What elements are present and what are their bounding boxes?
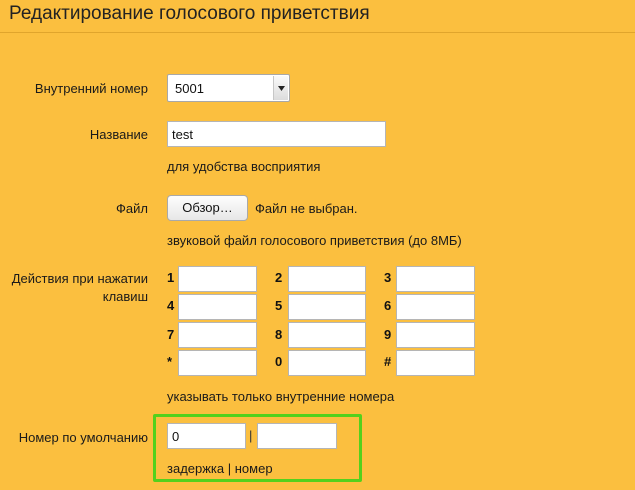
key-5-input[interactable] [288, 294, 366, 320]
name-label: Название [89, 127, 148, 142]
key-7-input[interactable] [178, 322, 257, 348]
default-delay-input[interactable] [167, 423, 246, 449]
file-hint: звуковой файл голосового приветствия (до… [167, 233, 462, 248]
key-9-input[interactable] [396, 322, 475, 348]
file-label: Файл [116, 201, 148, 216]
default-number-label: Номер по умолчанию [18, 430, 148, 445]
key-4-label: 4 [167, 298, 175, 313]
key-6-input[interactable] [396, 294, 475, 320]
default-number-hint: задержка | номер [167, 461, 273, 476]
key-hash-input[interactable] [396, 350, 475, 376]
file-status: Файл не выбран. [255, 201, 358, 216]
keys-hint: указывать только внутренние номера [167, 389, 395, 404]
key-star-input[interactable] [178, 350, 257, 376]
name-input[interactable] [167, 121, 386, 147]
key-2-input[interactable] [288, 266, 366, 292]
key-7-label: 7 [167, 327, 175, 342]
key-0-label: 0 [275, 354, 283, 369]
key-8-label: 8 [275, 327, 283, 342]
key-6-label: 6 [384, 298, 392, 313]
key-star-label: * [167, 354, 173, 369]
key-3-input[interactable] [396, 266, 475, 292]
key-actions-label: Действия при нажатии клавиш [11, 271, 148, 304]
key-3-label: 3 [384, 270, 392, 285]
extension-select[interactable]: 5001 [167, 74, 290, 102]
key-0-input[interactable] [288, 350, 366, 376]
name-hint: для удобства восприятия [167, 159, 321, 174]
chevron-down-icon[interactable] [273, 76, 288, 100]
key-9-label: 9 [384, 327, 392, 342]
key-hash-label: # [384, 354, 392, 369]
default-number-input[interactable] [257, 423, 337, 449]
extension-label: Внутренний номер [34, 81, 148, 96]
key-2-label: 2 [275, 270, 283, 285]
browse-button[interactable]: Обзор… [167, 195, 248, 221]
key-4-input[interactable] [178, 294, 257, 320]
key-1-input[interactable] [178, 266, 257, 292]
page-title: Редактирование голосового приветствия [0, 0, 635, 33]
key-5-label: 5 [275, 298, 283, 313]
key-1-label: 1 [167, 270, 175, 285]
default-number-separator: | [249, 428, 253, 443]
key-8-input[interactable] [288, 322, 366, 348]
extension-select-value: 5001 [175, 81, 204, 96]
voice-greeting-edit-page: Редактирование голосового приветствия Вн… [0, 0, 635, 490]
